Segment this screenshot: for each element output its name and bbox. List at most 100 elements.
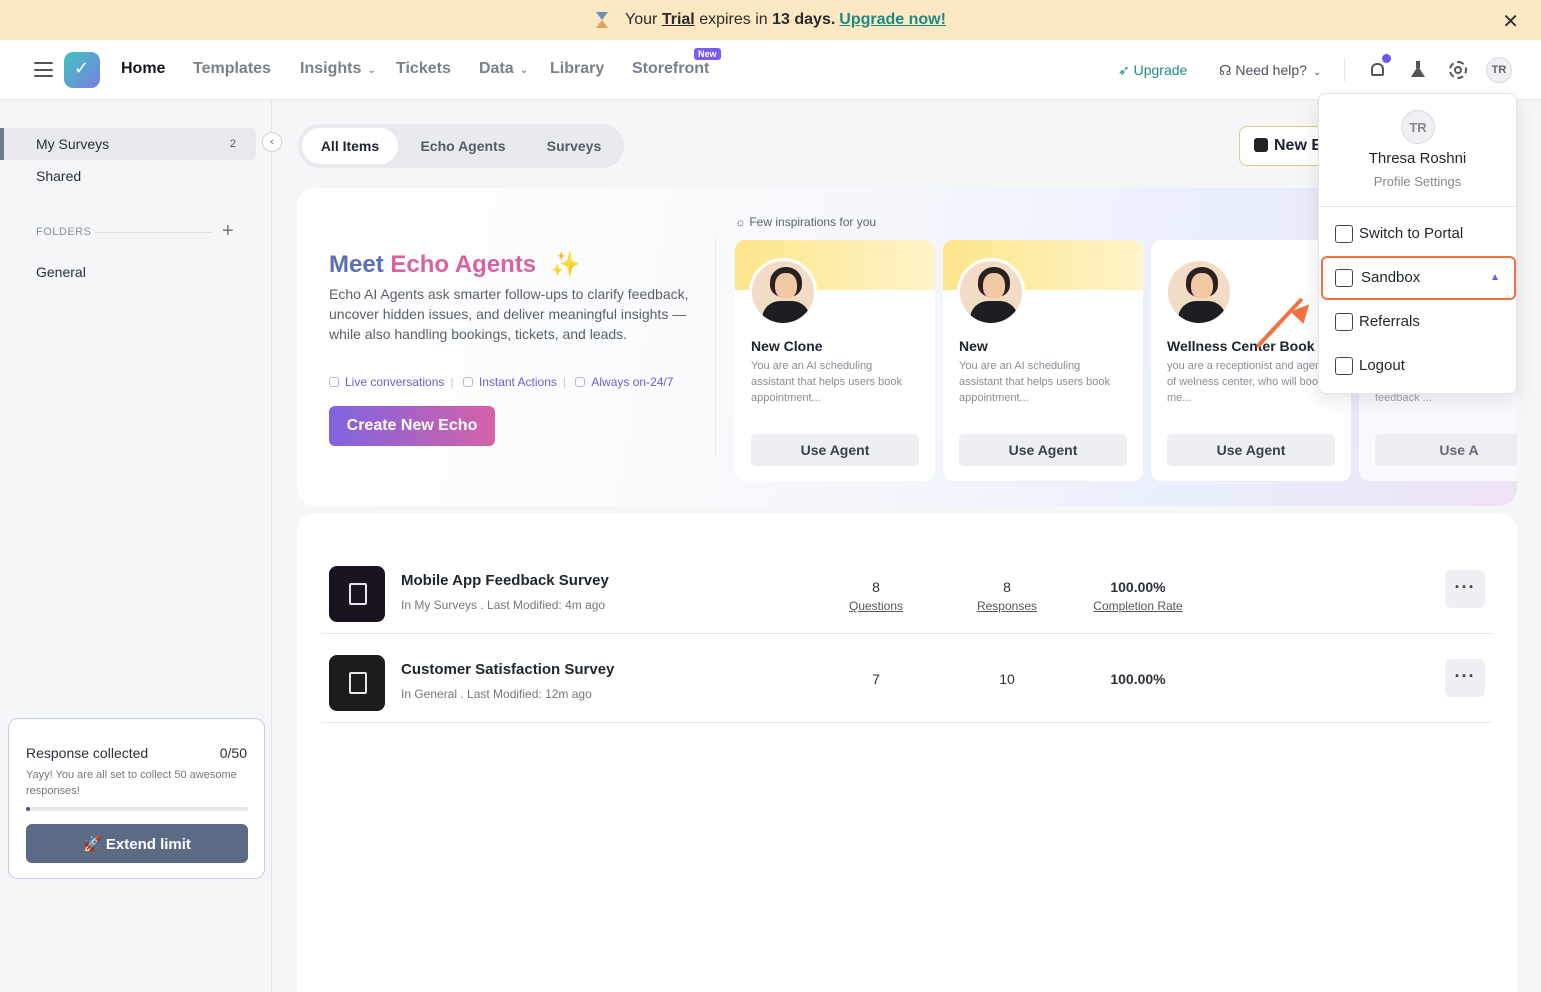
hamburger-menu-icon[interactable] xyxy=(34,62,53,77)
agent-avatar xyxy=(749,258,817,326)
feature-live: Live conversations xyxy=(345,375,445,389)
hero-title: Meet Echo Agents ✨ xyxy=(329,250,581,279)
chat-icon xyxy=(329,377,339,387)
nav-insights[interactable]: Insights ⌄ xyxy=(300,60,376,78)
banner-days: 13 days. xyxy=(772,11,836,28)
banner-prefix: Your xyxy=(625,11,658,28)
avatar: TR xyxy=(1401,110,1435,144)
sidebar-item-count: 2 xyxy=(229,138,236,150)
menu-item-switch-to-portal[interactable]: Switch to Portal xyxy=(1321,212,1516,256)
nav-divider xyxy=(1344,58,1345,82)
sidebar-item-my-surveys[interactable]: My Surveys 2 xyxy=(0,128,256,160)
profile-settings-link[interactable]: Profile Settings xyxy=(1319,174,1516,189)
completion-stat: 100.00% Completion Rate xyxy=(1078,579,1198,613)
nav-library[interactable]: Library xyxy=(550,60,604,78)
collapse-sidebar-button[interactable]: ‹ xyxy=(262,132,282,152)
new-echo-label: New E xyxy=(1274,137,1323,154)
use-agent-button[interactable]: Use Agent xyxy=(1167,434,1335,466)
use-agent-button[interactable]: Use A xyxy=(1375,434,1517,466)
responses-stat: 10 xyxy=(947,671,1067,687)
responses-stat: 8 Responses xyxy=(947,579,1067,613)
more-options-button[interactable]: ··· xyxy=(1445,659,1485,697)
survey-name[interactable]: Mobile App Feedback Survey xyxy=(401,572,609,589)
folder-label: General xyxy=(36,264,86,280)
questions-label[interactable]: Questions xyxy=(816,599,936,613)
nav-home[interactable]: Home xyxy=(121,60,165,78)
gear-icon[interactable] xyxy=(1448,60,1468,80)
survey-name[interactable]: Customer Satisfaction Survey xyxy=(401,661,614,678)
nav-storefront[interactable]: Storefront xyxy=(632,60,709,78)
menu-item-sandbox[interactable]: Sandbox ▲ xyxy=(1321,256,1516,300)
profile-dropdown: TR Thresa Roshni Profile Settings Switch… xyxy=(1318,93,1517,394)
agent-avatar xyxy=(1165,258,1233,326)
completion-stat: 100.00% xyxy=(1078,671,1198,687)
menu-item-label: Switch to Portal xyxy=(1359,225,1464,242)
menu-item-label: Logout xyxy=(1359,357,1405,374)
nav-tickets[interactable]: Tickets xyxy=(396,60,451,78)
folders-heading: FOLDERS xyxy=(36,226,92,238)
sparkle-icon: ✨ xyxy=(550,251,581,278)
feature-instant: Instant Actions xyxy=(478,375,557,389)
more-options-button[interactable]: ··· xyxy=(1445,570,1485,608)
completion-label[interactable]: Completion Rate xyxy=(1078,599,1198,613)
bell-icon[interactable] xyxy=(1368,54,1391,80)
banner-trial: Trial xyxy=(661,11,695,28)
agent-desc: You are an AI scheduling assistant that … xyxy=(751,360,903,404)
inspirations-label: ☼ Few inspirations for you xyxy=(735,215,876,229)
banner-mid: expires in xyxy=(699,11,768,28)
chevron-left-icon: ‹ xyxy=(270,136,274,148)
logout-icon xyxy=(1335,357,1353,375)
upgrade-now-link[interactable]: Upgrade now! xyxy=(839,11,946,29)
agent-card[interactable]: New You are an AI scheduling assistant t… xyxy=(943,240,1143,481)
dropdown-divider xyxy=(1319,206,1516,207)
response-progress-bar xyxy=(26,807,248,811)
nav-data-label: Data xyxy=(479,60,514,77)
external-link-icon xyxy=(1335,225,1353,243)
use-agent-button[interactable]: Use Agent xyxy=(959,434,1127,466)
table-row[interactable]: Customer Satisfaction Survey In General … xyxy=(321,635,1493,723)
profile-name: Thresa Roshni xyxy=(1368,150,1467,167)
flask-icon[interactable] xyxy=(1408,60,1428,80)
hero-features: Live conversations | Instant Actions | Alw… xyxy=(329,375,673,389)
create-new-echo-button[interactable]: Create New Echo xyxy=(329,406,495,446)
agent-card[interactable]: New Clone You are an AI scheduling assis… xyxy=(735,240,935,481)
survey-meta: In General . Last Modified: 12m ago xyxy=(401,687,592,701)
upgrade-link[interactable]: ➶ Upgrade xyxy=(1118,62,1187,79)
need-help-dropdown[interactable]: ☊ Need help? ⌄ xyxy=(1219,62,1321,79)
trial-banner: Your Trial expires in 13 days. Upgrade n… xyxy=(0,0,1541,40)
upgrade-label: Upgrade xyxy=(1133,62,1188,78)
app-logo[interactable] xyxy=(64,52,100,88)
use-agent-button[interactable]: Use Agent xyxy=(751,434,919,466)
flask-small-icon: ▲ xyxy=(1490,272,1500,283)
bot-icon xyxy=(1254,138,1268,152)
nav-templates[interactable]: Templates xyxy=(193,60,271,78)
responses-label[interactable]: Responses xyxy=(947,599,1067,613)
menu-item-referrals[interactable]: Referrals xyxy=(1321,300,1516,344)
response-title: Response collected xyxy=(26,745,149,761)
add-folder-icon[interactable]: + xyxy=(222,220,234,243)
tab-echo-agents[interactable]: Echo Agents xyxy=(402,128,524,164)
tab-surveys[interactable]: Surveys xyxy=(528,128,620,164)
close-icon[interactable]: ✕ xyxy=(1502,9,1519,34)
completion-rate: 100.00% xyxy=(1110,671,1166,687)
questions-count: 8 xyxy=(872,579,880,595)
chevron-down-icon: ⌄ xyxy=(367,65,376,76)
nav-data[interactable]: Data ⌄ xyxy=(479,60,528,78)
headset-icon: ☊ xyxy=(1219,62,1236,78)
tab-all-items[interactable]: All Items xyxy=(302,128,398,164)
avatar[interactable]: TR xyxy=(1486,57,1512,83)
agent-desc: you are a receptionist and agent of weln… xyxy=(1167,360,1325,404)
sidebar-item-shared[interactable]: Shared xyxy=(0,160,256,192)
questions-count: 7 xyxy=(872,671,880,687)
chevron-down-icon: ⌄ xyxy=(519,65,529,76)
survey-document-icon xyxy=(329,655,385,711)
sidebar-item-label: Shared xyxy=(36,168,82,184)
table-row[interactable]: Mobile App Feedback Survey In My Surveys… xyxy=(321,546,1493,634)
extend-limit-button[interactable]: 🚀 Extend limit xyxy=(26,824,248,863)
inspirations-text: Few inspirations for you xyxy=(749,215,877,229)
survey-list: Mobile App Feedback Survey In My Surveys… xyxy=(297,514,1517,992)
menu-item-logout[interactable]: Logout xyxy=(1321,344,1516,388)
need-help-label: Need help? xyxy=(1235,62,1307,78)
agent-avatar xyxy=(957,258,1025,326)
sidebar-folder-general[interactable]: General xyxy=(0,256,256,288)
